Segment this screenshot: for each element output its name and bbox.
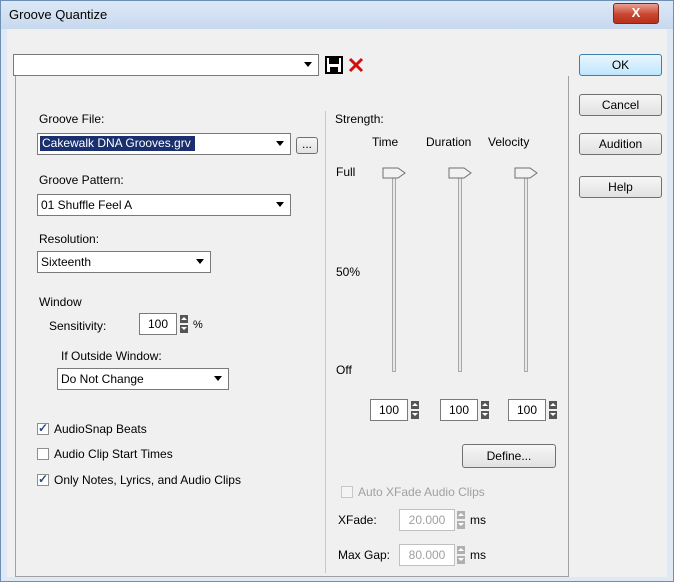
define-button[interactable]: Define... [462,444,556,468]
spin-up-icon[interactable] [180,315,188,323]
save-icon[interactable] [325,56,343,74]
scale-off-label: Off [336,363,352,377]
max-gap-spinner[interactable] [457,546,465,564]
spin-down-icon[interactable] [457,521,465,529]
duration-value-input[interactable]: 100 [440,399,478,421]
cancel-button[interactable]: Cancel [579,94,662,116]
xfade-label: XFade: [338,513,377,527]
chevron-down-icon[interactable] [276,141,284,146]
resolution-label: Resolution: [39,232,100,246]
groove-file-combo[interactable]: Cakewalk DNA Grooves.grv [37,133,291,155]
max-gap-input[interactable]: 80.000 [399,544,455,566]
spin-up-icon[interactable] [457,546,465,554]
scale-half-label: 50% [336,265,361,279]
preset-combo[interactable] [13,54,319,76]
spin-up-icon[interactable] [411,401,419,409]
groove-pattern-combo[interactable]: 01 Shuffle Feel A [37,194,291,216]
spin-down-icon[interactable] [549,411,557,419]
dialog-client: OK Cancel Audition Help Groove File: Cak… [7,29,667,577]
velocity-value-spinner[interactable] [549,401,557,419]
max-gap-label: Max Gap: [338,548,391,562]
sensitivity-spinner[interactable] [180,315,188,333]
velocity-slider-label: Velocity [488,135,530,149]
scale-full-label: Full [336,165,356,179]
spin-down-icon[interactable] [457,556,465,564]
duration-slider-thumb[interactable] [448,167,472,179]
outside-window-label: If Outside Window: [61,349,162,363]
audio-clip-start-checkbox[interactable] [37,448,49,460]
only-notes-checkbox[interactable] [37,472,49,486]
spin-up-icon[interactable] [549,401,557,409]
xfade-unit: ms [470,513,486,527]
sensitivity-input[interactable]: 100 [139,313,177,335]
duration-value-spinner[interactable] [481,401,489,419]
auto-xfade-checkbox[interactable] [341,486,353,498]
help-button[interactable]: Help [579,176,662,198]
velocity-slider-thumb[interactable] [514,167,538,179]
resolution-value: Sixteenth [41,255,92,269]
close-button[interactable]: X [613,3,659,24]
browse-button[interactable]: ... [296,137,318,154]
groove-pattern-label: Groove Pattern: [39,173,124,187]
spin-down-icon[interactable] [180,325,188,333]
spin-down-icon[interactable] [481,411,489,419]
only-notes-label[interactable]: Only Notes, Lyrics, and Audio Clips [54,473,241,487]
strength-label: Strength: [335,112,384,126]
velocity-slider-track[interactable] [524,172,528,372]
title-bar[interactable]: Groove Quantize X [1,1,673,29]
xfade-spinner[interactable] [457,511,465,529]
auto-xfade-label[interactable]: Auto XFade Audio Clips [358,485,485,499]
chevron-down-icon[interactable] [214,376,222,381]
spin-down-icon[interactable] [411,411,419,419]
chevron-down-icon[interactable] [304,62,312,67]
max-gap-unit: ms [470,548,486,562]
groove-file-value: Cakewalk DNA Grooves.grv [40,136,195,151]
spin-up-icon[interactable] [481,401,489,409]
time-value-spinner[interactable] [411,401,419,419]
dialog-window: Groove Quantize X OK Cancel Audition Hel… [0,0,674,582]
audiosnap-beats-label[interactable]: AudioSnap Beats [54,422,147,436]
duration-slider-track[interactable] [458,172,462,372]
chevron-down-icon[interactable] [276,202,284,207]
velocity-value-input[interactable]: 100 [508,399,546,421]
spin-up-icon[interactable] [457,511,465,519]
time-slider-label: Time [372,135,399,149]
audio-clip-start-label[interactable]: Audio Clip Start Times [54,447,173,461]
time-slider-track[interactable] [392,172,396,372]
groove-file-label: Groove File: [39,112,105,126]
chevron-down-icon[interactable] [196,259,204,264]
window-title: Groove Quantize [9,7,108,22]
ok-button[interactable]: OK [579,54,662,76]
duration-slider-label: Duration [426,135,472,149]
audition-button[interactable]: Audition [579,133,662,155]
time-value-input[interactable]: 100 [370,399,408,421]
outside-window-value: Do Not Change [61,372,144,386]
outside-window-combo[interactable]: Do Not Change [57,368,229,390]
window-group-label: Window [39,295,82,309]
sensitivity-unit: % [193,319,203,331]
delete-icon[interactable] [346,55,366,75]
groove-pattern-value: 01 Shuffle Feel A [41,198,133,212]
audiosnap-beats-checkbox[interactable] [37,421,49,435]
xfade-input[interactable]: 20.000 [399,509,455,531]
time-slider-thumb[interactable] [382,167,406,179]
column-divider [325,111,326,573]
resolution-combo[interactable]: Sixteenth [37,251,211,273]
sensitivity-label: Sensitivity: [49,319,107,333]
